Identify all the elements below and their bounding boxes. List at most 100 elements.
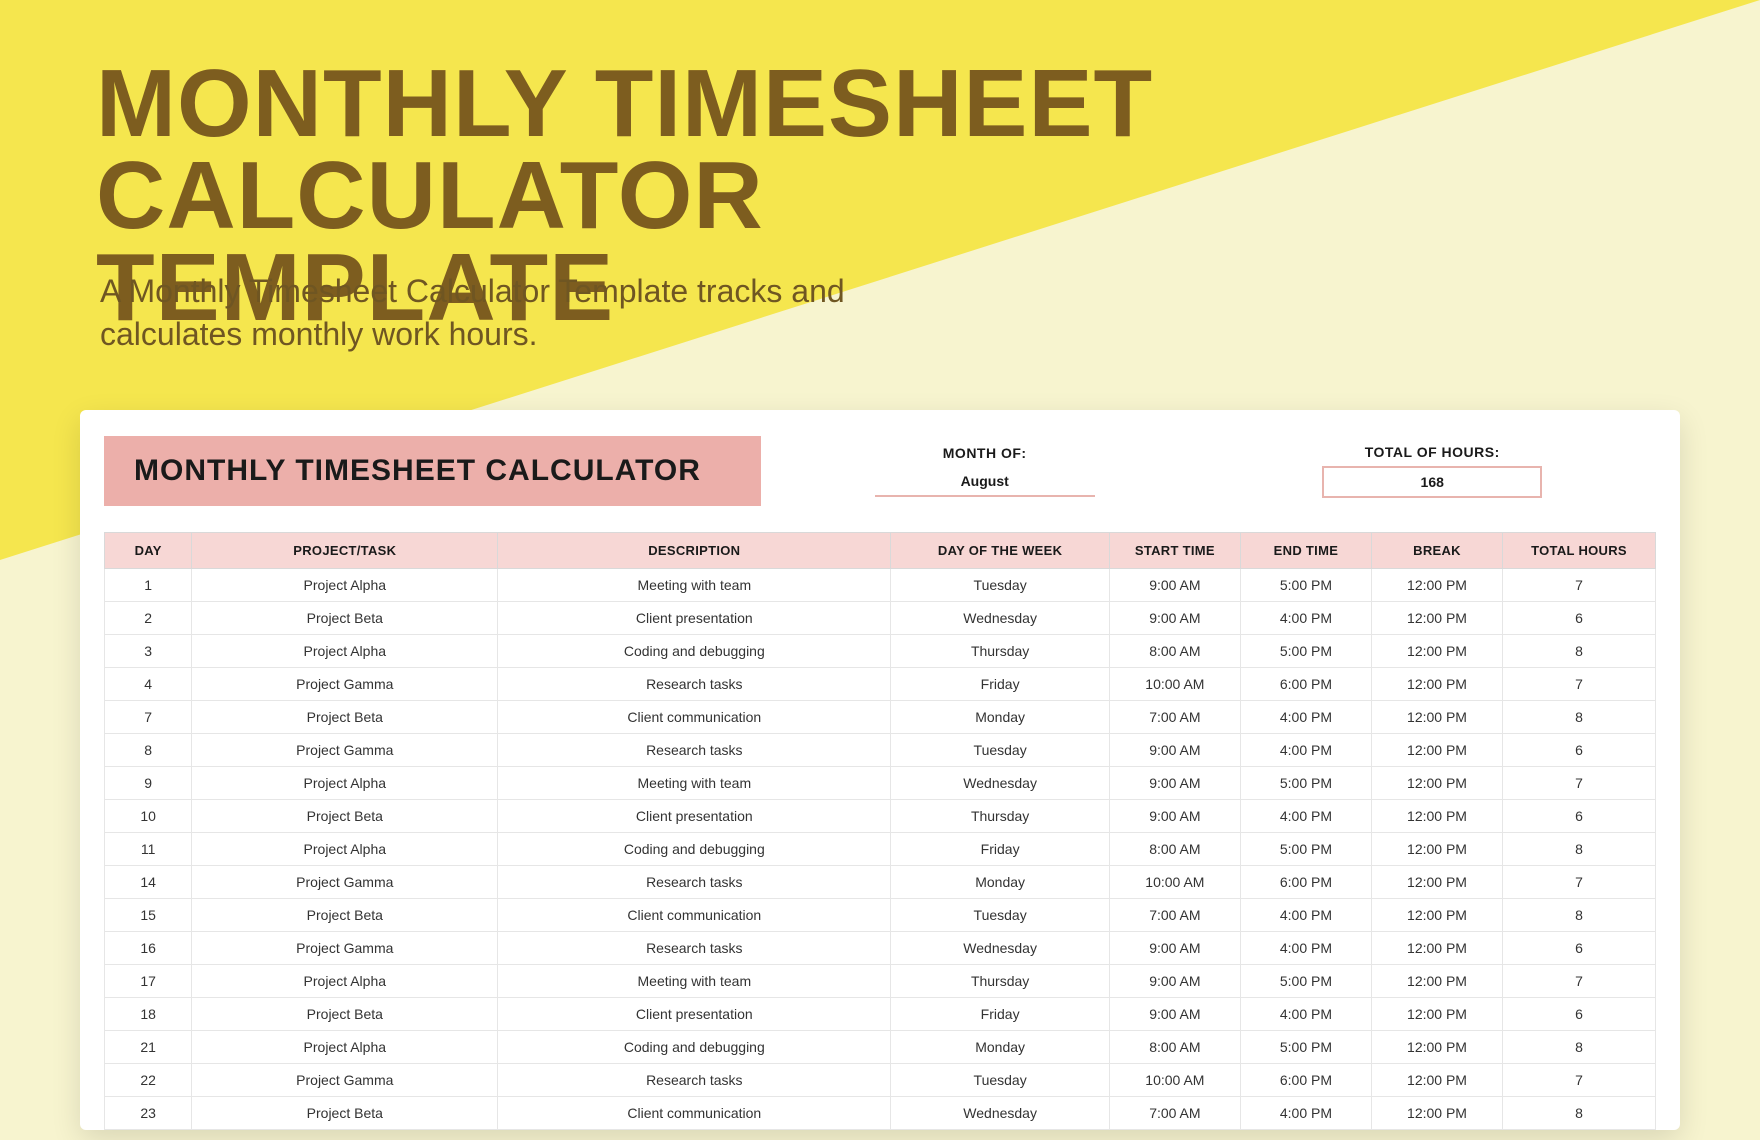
cell-dow: Friday [891,668,1109,701]
cell-end: 5:00 PM [1240,569,1371,602]
cell-day: 16 [105,932,192,965]
cell-project: Project Alpha [192,833,498,866]
cell-end: 4:00 PM [1240,701,1371,734]
cell-total: 7 [1503,866,1656,899]
table-row: 9Project AlphaMeeting with teamWednesday… [105,767,1656,800]
cell-start: 7:00 AM [1109,1097,1240,1130]
cell-description: Research tasks [498,668,891,701]
cell-end: 4:00 PM [1240,998,1371,1031]
col-description: DESCRIPTION [498,533,891,569]
cell-break: 12:00 PM [1371,1031,1502,1064]
cell-description: Research tasks [498,932,891,965]
cell-project: Project Alpha [192,569,498,602]
cell-dow: Friday [891,833,1109,866]
cell-break: 12:00 PM [1371,569,1502,602]
cell-break: 12:00 PM [1371,899,1502,932]
cell-day: 11 [105,833,192,866]
cell-total: 7 [1503,965,1656,998]
cell-project: Project Beta [192,602,498,635]
cell-description: Meeting with team [498,767,891,800]
table-row: 23Project BetaClient communicationWednes… [105,1097,1656,1130]
cell-day: 15 [105,899,192,932]
table-row: 17Project AlphaMeeting with teamThursday… [105,965,1656,998]
cell-total: 6 [1503,734,1656,767]
cell-start: 9:00 AM [1109,800,1240,833]
cell-dow: Monday [891,701,1109,734]
timesheet-table: DAY PROJECT/TASK DESCRIPTION DAY OF THE … [104,532,1656,1130]
cell-start: 7:00 AM [1109,701,1240,734]
cell-dow: Wednesday [891,602,1109,635]
cell-total: 7 [1503,569,1656,602]
cell-end: 5:00 PM [1240,767,1371,800]
cell-break: 12:00 PM [1371,734,1502,767]
cell-description: Coding and debugging [498,635,891,668]
cell-day: 7 [105,701,192,734]
table-header-row: DAY PROJECT/TASK DESCRIPTION DAY OF THE … [105,533,1656,569]
cell-end: 6:00 PM [1240,1064,1371,1097]
month-value: August [875,467,1095,497]
cell-description: Client presentation [498,800,891,833]
cell-project: Project Beta [192,998,498,1031]
cell-start: 8:00 AM [1109,1031,1240,1064]
cell-project: Project Gamma [192,866,498,899]
cell-project: Project Beta [192,1097,498,1130]
sheet-title: MONTHLY TIMESHEET CALCULATOR [134,454,701,488]
cell-description: Coding and debugging [498,833,891,866]
cell-start: 9:00 AM [1109,767,1240,800]
cell-day: 1 [105,569,192,602]
cell-total: 8 [1503,701,1656,734]
col-start: START TIME [1109,533,1240,569]
cell-start: 10:00 AM [1109,668,1240,701]
table-row: 4Project GammaResearch tasksFriday10:00 … [105,668,1656,701]
cell-break: 12:00 PM [1371,866,1502,899]
cell-day: 2 [105,602,192,635]
cell-project: Project Alpha [192,635,498,668]
cell-end: 6:00 PM [1240,668,1371,701]
cell-description: Client communication [498,899,891,932]
cell-description: Coding and debugging [498,1031,891,1064]
cell-total: 8 [1503,1031,1656,1064]
cell-start: 9:00 AM [1109,734,1240,767]
cell-end: 6:00 PM [1240,866,1371,899]
cell-break: 12:00 PM [1371,1064,1502,1097]
cell-dow: Friday [891,998,1109,1031]
cell-break: 12:00 PM [1371,635,1502,668]
cell-start: 10:00 AM [1109,1064,1240,1097]
template-canvas: MONTHLY TIMESHEET CALCULATOR TEMPLATE A … [0,0,1760,1140]
cell-dow: Monday [891,1031,1109,1064]
cell-dow: Wednesday [891,1097,1109,1130]
table-row: 21Project AlphaCoding and debuggingMonda… [105,1031,1656,1064]
cell-project: Project Alpha [192,1031,498,1064]
cell-description: Client presentation [498,602,891,635]
cell-break: 12:00 PM [1371,602,1502,635]
cell-project: Project Beta [192,800,498,833]
table-row: 3Project AlphaCoding and debuggingThursd… [105,635,1656,668]
cell-end: 5:00 PM [1240,965,1371,998]
cell-total: 6 [1503,932,1656,965]
cell-end: 5:00 PM [1240,635,1371,668]
cell-total: 7 [1503,767,1656,800]
cell-dow: Tuesday [891,1064,1109,1097]
table-row: 11Project AlphaCoding and debuggingFrida… [105,833,1656,866]
cell-start: 9:00 AM [1109,932,1240,965]
cell-day: 9 [105,767,192,800]
cell-total: 7 [1503,1064,1656,1097]
col-project: PROJECT/TASK [192,533,498,569]
cell-dow: Tuesday [891,734,1109,767]
table-row: 2Project BetaClient presentationWednesda… [105,602,1656,635]
cell-project: Project Gamma [192,734,498,767]
timesheet-header: MONTHLY TIMESHEET CALCULATOR MONTH OF: A… [80,436,1680,514]
cell-dow: Tuesday [891,899,1109,932]
table-row: 1Project AlphaMeeting with teamTuesday9:… [105,569,1656,602]
cell-end: 4:00 PM [1240,932,1371,965]
hero-subtitle: A Monthly Timesheet Calculator Template … [100,270,920,356]
cell-day: 18 [105,998,192,1031]
cell-break: 12:00 PM [1371,1097,1502,1130]
cell-day: 21 [105,1031,192,1064]
cell-start: 9:00 AM [1109,998,1240,1031]
cell-total: 8 [1503,833,1656,866]
cell-break: 12:00 PM [1371,998,1502,1031]
cell-dow: Thursday [891,800,1109,833]
cell-end: 5:00 PM [1240,833,1371,866]
cell-dow: Thursday [891,635,1109,668]
